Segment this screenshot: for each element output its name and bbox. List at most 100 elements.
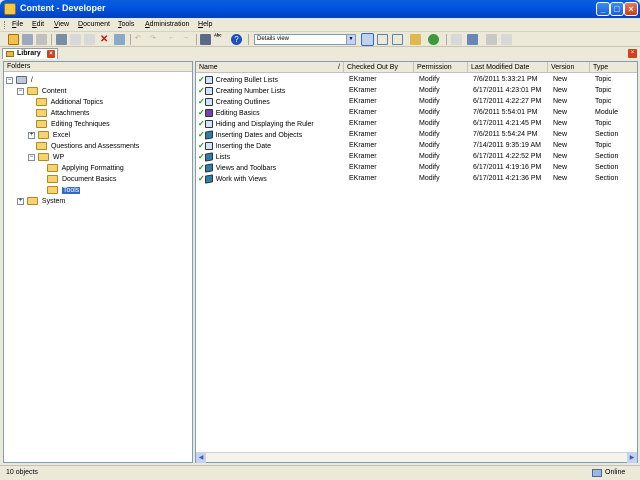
row-ver: New [553,87,568,94]
tree-node-content[interactable]: − Content [17,86,66,97]
menu-document[interactable]: Document [78,21,110,28]
table-row[interactable]: ✓ Hiding and Displaying the Ruler EKramer M… [196,118,637,129]
row-perm: Modify [419,142,440,149]
column-header-name[interactable]: Name / [196,62,344,73]
row-date: 7/6/2011 5:54:01 PM [473,109,538,116]
tab-library[interactable]: Library × [2,48,58,59]
tree-node-additional-topics[interactable]: Additional Topics [36,97,103,108]
refresh-icon[interactable] [428,34,439,45]
table-row[interactable]: ✓ Views and Toolbars EKramer Modify 6/17/201… [196,162,637,173]
table-row[interactable]: ✓ Inserting the Date EKramer Modify 7/14/201… [196,140,637,151]
spellcheck-icon[interactable]: ᴬᵇᶜ [214,34,225,45]
horizontal-scrollbar[interactable]: ◀ ▶ [196,452,637,463]
tree-node-attachments[interactable]: Attachments [36,108,89,119]
split-horizontal-icon[interactable] [377,34,388,45]
column-header-version[interactable]: Version [548,62,590,73]
tree-node-applying-formatting[interactable]: Applying Formatting [47,163,124,174]
column-header-permission[interactable]: Permission [414,62,468,73]
expand-icon[interactable]: + [28,131,35,139]
tree-label: / [30,77,33,84]
name-cell: ✓ Work with Views [198,173,267,185]
toolbar-separator [51,34,52,45]
column-header-checked-out-by[interactable]: Checked Out By [344,62,414,73]
table-row[interactable]: ✓ Editing Basics EKramer Modify 7/6/2011 5:5… [196,107,637,118]
row-type: Topic [595,87,612,94]
sort-indicator: / [338,64,340,71]
tree-node-questions[interactable]: Questions and Assessments [36,141,139,152]
menu-view[interactable]: View [54,21,69,28]
folder-icon [36,142,47,151]
folder-icon [36,109,47,118]
checked-out-icon: ✓ [198,174,205,183]
tree-node-tools[interactable]: Tools [47,185,81,196]
tree-node-root[interactable]: − / [6,75,33,86]
check-in-icon[interactable] [467,34,478,45]
split-vertical-icon[interactable] [392,34,403,45]
tree-node-wp[interactable]: − WP [28,152,64,163]
copy-icon[interactable] [70,34,81,45]
scroll-right-icon[interactable]: ▶ [627,453,637,463]
collapse-icon[interactable]: − [28,153,35,161]
minimize-button[interactable]: _ [596,2,610,16]
close-panel-icon[interactable]: × [628,49,637,58]
table-row[interactable]: ✓ Creating Number Lists EKramer Modify 6/17/… [196,85,637,96]
get-latest-icon[interactable] [486,34,497,45]
tree-node-excel[interactable]: + Excel [28,130,70,141]
table-row[interactable]: ✓ Inserting Dates and Objects EKramer Modif… [196,129,637,140]
paste-icon[interactable] [84,34,95,45]
help-icon[interactable]: ? [231,34,242,45]
collapse-icon[interactable]: − [17,87,24,95]
undo-checkout-icon[interactable] [501,34,512,45]
tree-label: Tools [61,187,81,194]
row-name: Work with Views [215,176,267,183]
table-row[interactable]: ✓ Creating Outlines EKramer Modify 6/17/2011… [196,96,637,107]
back-icon[interactable]: ← [168,34,179,45]
view-select[interactable]: Details view ▼ [254,34,356,45]
row-date: 7/6/2011 5:33:21 PM [473,76,538,83]
tree-node-document-basics[interactable]: Document Basics [47,174,116,185]
print-icon[interactable] [36,34,47,45]
row-ver: New [553,120,568,127]
list-header: Name / Checked Out By Permission Last Mo… [196,62,637,73]
menu-grip [4,21,6,29]
row-type: Section [595,153,619,160]
properties-icon[interactable] [114,34,125,45]
redo-icon[interactable]: ↷ [150,34,161,45]
table-row[interactable]: ✓ Creating Bullet Lists EKramer Modify 7/6/2… [196,74,637,85]
publish-icon[interactable] [410,34,421,45]
check-out-icon[interactable] [451,34,462,45]
scroll-left-icon[interactable]: ◀ [196,453,206,463]
expand-icon[interactable]: + [17,197,24,205]
row-by: EKramer [349,120,377,127]
object-count: 10 objects [6,469,38,476]
tree-label: Additional Topics [50,99,103,106]
collapse-icon[interactable]: − [6,76,13,84]
cut-icon[interactable] [56,34,67,45]
chevron-down-icon[interactable]: ▼ [346,35,355,44]
delete-icon[interactable]: ✕ [100,34,111,45]
details-view-icon[interactable] [361,33,374,46]
tree-node-editing-techniques[interactable]: Editing Techniques [36,119,110,130]
forward-icon[interactable]: → [182,34,193,45]
menu-edit[interactable]: Edit [32,21,44,28]
menu-help[interactable]: Help [198,21,212,28]
find-icon[interactable] [200,34,211,45]
undo-icon[interactable]: ↶ [135,34,146,45]
column-header-type[interactable]: Type [590,62,637,73]
column-header-last-modified[interactable]: Last Modified Date [468,62,548,73]
table-row[interactable]: ✓ Work with Views EKramer Modify 6/17/2011 4… [196,173,637,184]
close-button[interactable]: × [624,2,638,16]
new-folder-icon[interactable] [8,34,19,45]
tree-label: Questions and Assessments [50,143,140,150]
close-tab-icon[interactable]: × [47,50,55,58]
menu-administration[interactable]: Administration [145,21,189,28]
maximize-button[interactable]: □ [610,2,624,16]
row-ver: New [553,98,568,105]
menu-tools[interactable]: Tools [118,21,134,28]
toolbar-separator [196,34,197,45]
save-icon[interactable] [22,34,33,45]
table-row[interactable]: ✓ Lists EKramer Modify 6/17/2011 4:22:52 PM N… [196,151,637,162]
tree-node-system[interactable]: + System [17,196,65,207]
row-name: Hiding and Displaying the Ruler [215,121,314,128]
menu-file[interactable]: File [12,21,23,28]
